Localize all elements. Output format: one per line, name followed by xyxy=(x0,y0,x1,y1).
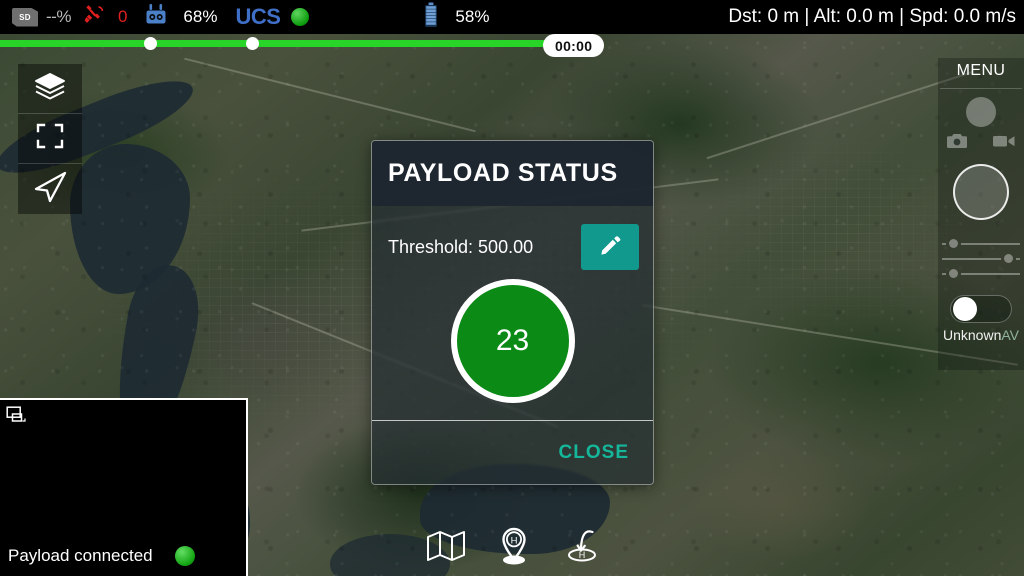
payload-status-dot xyxy=(175,546,195,566)
navigation-button[interactable] xyxy=(18,164,82,214)
remote-controller-icon xyxy=(143,2,169,33)
shutter-small-button[interactable] xyxy=(966,97,996,127)
camera-slider[interactable] xyxy=(942,251,1020,266)
sd-card-icon: SD xyxy=(12,8,38,27)
pencil-edit-icon xyxy=(599,235,621,260)
return-to-home-icon: H xyxy=(561,526,603,571)
slider-track[interactable] xyxy=(961,243,1020,245)
av-toggle[interactable] xyxy=(950,295,1012,323)
shutter-large-button[interactable] xyxy=(953,164,1009,220)
picture-in-picture-icon[interactable] xyxy=(6,406,28,433)
slider-track[interactable] xyxy=(961,273,1020,275)
slider-track[interactable] xyxy=(942,258,1001,260)
connection-status-dot xyxy=(291,8,309,26)
navigation-arrow-icon xyxy=(32,170,68,209)
return-to-home-button[interactable]: H xyxy=(559,525,605,571)
menu-title: MENU xyxy=(957,62,1006,80)
crop-frame-icon xyxy=(35,121,65,156)
map-tool-rail xyxy=(18,64,82,214)
gauge-value: 23 xyxy=(496,324,529,358)
map-bottom-toolbar: H H xyxy=(423,520,605,576)
status-center-group: 58% xyxy=(421,2,489,33)
dialog-header: PAYLOAD STATUS xyxy=(372,141,653,206)
av-label-secondary: AV xyxy=(1001,327,1019,343)
av-label: UnknownAV xyxy=(943,327,1019,343)
ucs-brand-logo: UCS xyxy=(235,4,280,30)
slider-tick xyxy=(942,243,946,245)
map-icon xyxy=(426,530,466,567)
toggle-knob xyxy=(953,297,977,321)
status-left-group: SD --% 0 xyxy=(0,2,309,33)
payload-status-dialog: PAYLOAD STATUS Threshold: 500.00 23 xyxy=(371,140,654,485)
top-status-bar: SD --% 0 xyxy=(0,0,1024,34)
rc-battery-percent: 68% xyxy=(183,7,217,27)
payload-value-gauge: 23 xyxy=(451,279,575,403)
threshold-row: Threshold: 500.00 xyxy=(372,206,653,270)
camera-photo-icon[interactable] xyxy=(946,133,968,154)
svg-text:H: H xyxy=(579,550,586,560)
payload-video-panel[interactable]: Payload connected xyxy=(0,398,248,576)
home-marker-icon: H xyxy=(495,526,533,571)
dialog-body: Threshold: 500.00 23 xyxy=(372,206,653,420)
camera-video-icon[interactable] xyxy=(992,134,1016,153)
home-point-button[interactable]: H xyxy=(491,525,537,571)
center-map-button[interactable] xyxy=(18,114,82,164)
map-view-button[interactable] xyxy=(423,525,469,571)
gauge-container: 23 xyxy=(372,262,653,420)
threshold-value-label: Threshold: 500.00 xyxy=(388,237,533,258)
map-layers-button[interactable] xyxy=(18,64,82,114)
slider-knob[interactable] xyxy=(949,269,958,278)
payload-status-label: Payload connected xyxy=(8,546,153,566)
camera-menu-panel: MENU xyxy=(938,58,1024,370)
slider-knob[interactable] xyxy=(1004,254,1013,263)
layers-icon xyxy=(33,71,67,106)
menu-divider xyxy=(940,88,1022,89)
satellite-count: 0 xyxy=(118,7,127,27)
battery-icon xyxy=(421,2,441,33)
sd-card-percent: --% xyxy=(46,7,71,27)
payload-connection-status: Payload connected xyxy=(0,536,246,576)
camera-settings-sliders xyxy=(942,236,1020,281)
ground-control-app: SD --% 0 xyxy=(0,0,1024,576)
av-label-primary: Unknown xyxy=(943,327,1001,343)
telemetry-readout: Dst: 0 m | Alt: 0.0 m | Spd: 0.0 m/s xyxy=(728,6,1024,28)
camera-slider[interactable] xyxy=(942,236,1020,251)
capture-mode-row xyxy=(940,133,1022,154)
close-dialog-button[interactable]: CLOSE xyxy=(549,434,639,472)
slider-knob[interactable] xyxy=(949,239,958,248)
svg-text:H: H xyxy=(511,535,518,546)
dialog-footer: CLOSE xyxy=(372,420,653,484)
slider-tick xyxy=(1016,258,1020,260)
dialog-title: PAYLOAD STATUS xyxy=(388,159,618,188)
sd-card-label: SD xyxy=(19,13,31,22)
camera-slider[interactable] xyxy=(942,266,1020,281)
satellite-icon xyxy=(83,3,107,31)
battery-percent: 58% xyxy=(455,7,489,27)
slider-tick xyxy=(942,273,946,275)
